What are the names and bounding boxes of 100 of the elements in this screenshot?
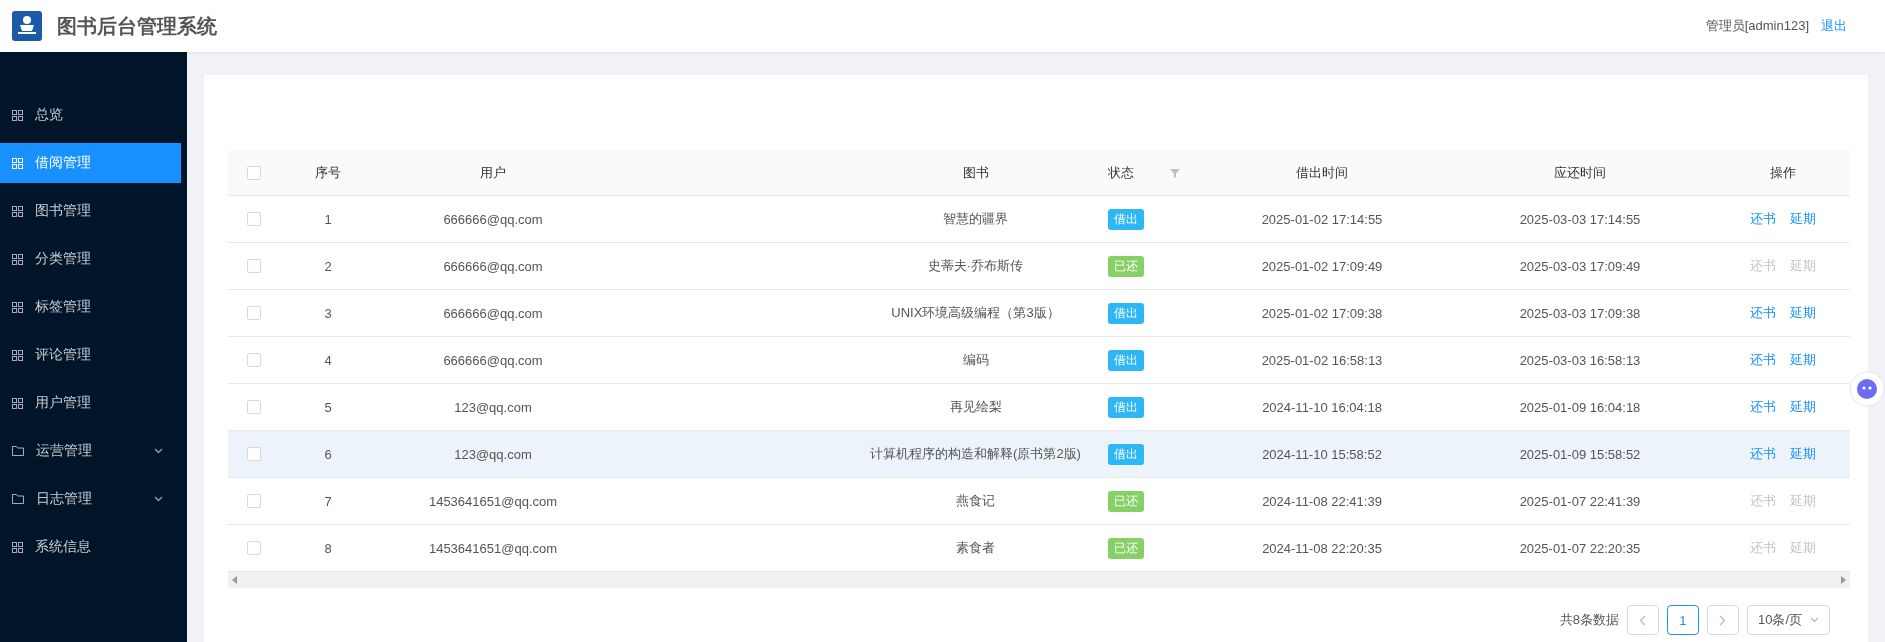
column-header: 操作 xyxy=(1770,164,1796,180)
scroll-right-icon[interactable] xyxy=(1841,576,1846,584)
action-link[interactable]: 延期 xyxy=(1790,445,1816,463)
column-header: 用户 xyxy=(480,164,506,180)
table-cell: 2025-03-03 17:09:38 xyxy=(1519,305,1641,321)
status-tag: 已还 xyxy=(1108,255,1144,277)
user-name: 管理员[admin123] xyxy=(1705,17,1809,35)
action-link[interactable]: 还书 xyxy=(1750,398,1776,416)
table-cell: 666666@qq.com xyxy=(443,305,543,321)
status-tag: 已还 xyxy=(1108,537,1144,559)
grid-icon xyxy=(12,205,23,217)
sidebar-item[interactable]: 日志管理 xyxy=(0,479,181,519)
checkbox[interactable] xyxy=(247,541,261,555)
grid-icon xyxy=(12,253,23,265)
status-tag: 借出 xyxy=(1108,302,1144,324)
table-cell: 2024-11-08 22:20:35 xyxy=(1262,540,1382,556)
sidebar-item[interactable]: 用户管理 xyxy=(0,383,181,423)
checkbox[interactable] xyxy=(247,212,261,226)
status-tag: 借出 xyxy=(1108,396,1144,418)
checkbox[interactable] xyxy=(247,306,261,320)
table-cell: 5 xyxy=(324,399,332,415)
grid-icon xyxy=(12,157,23,169)
action-link[interactable]: 延期 xyxy=(1790,351,1816,369)
table-cell: 2024-11-10 16:04:18 xyxy=(1262,399,1382,415)
action-link[interactable]: 延期 xyxy=(1790,398,1816,416)
table-cell: 7 xyxy=(324,493,332,509)
grid-icon xyxy=(12,109,23,121)
action-link[interactable]: 还书 xyxy=(1750,445,1776,463)
logo-icon xyxy=(12,11,42,41)
table-cell: 1 xyxy=(324,211,332,227)
sidebar-item[interactable]: 总览 xyxy=(0,95,181,135)
caret-icon xyxy=(1810,617,1819,623)
sidebar-item[interactable]: 评论管理 xyxy=(0,335,181,375)
table-cell: 2025-01-02 17:09:49 xyxy=(1261,258,1383,274)
checkbox[interactable] xyxy=(247,353,261,367)
action-link[interactable]: 延期 xyxy=(1790,210,1816,228)
table-cell: 编码 xyxy=(962,352,989,367)
assistant-icon[interactable] xyxy=(1849,371,1885,407)
checkbox[interactable] xyxy=(247,447,261,461)
checkbox[interactable] xyxy=(247,400,261,414)
checkbox[interactable] xyxy=(247,259,261,273)
column-header: 序号 xyxy=(315,164,341,180)
column-header: 应还时间 xyxy=(1554,164,1606,180)
action-link[interactable]: 还书 xyxy=(1750,304,1776,322)
table-cell: 1453641651@qq.com xyxy=(428,493,558,509)
action-link[interactable]: 还书 xyxy=(1750,351,1776,369)
grid-icon xyxy=(12,397,23,409)
page-size-select[interactable]: 10条/页 xyxy=(1746,605,1830,635)
status-tag: 借出 xyxy=(1108,208,1144,230)
table-cell: 2025-01-07 22:20:35 xyxy=(1519,540,1641,556)
horizontal-scrollbar[interactable] xyxy=(228,572,1850,588)
table-cell: 2025-01-07 22:41:39 xyxy=(1519,493,1641,509)
table-cell: 2025-01-02 17:14:55 xyxy=(1261,211,1383,227)
column-header: 图书 xyxy=(962,164,989,180)
chevron-right-icon xyxy=(1719,614,1727,626)
sidebar-item[interactable]: 借阅管理 xyxy=(0,143,181,183)
action-link[interactable]: 延期 xyxy=(1790,304,1816,322)
table-cell: UNIX环境高级编程（第3版） xyxy=(891,305,1060,320)
sidebar-item[interactable]: 标签管理 xyxy=(0,287,181,327)
prev-page-button[interactable] xyxy=(1626,605,1659,635)
table-cell: 2 xyxy=(324,258,332,274)
table-cell: 2025-01-09 16:04:18 xyxy=(1519,399,1641,415)
status-tag: 已还 xyxy=(1108,490,1144,512)
table-cell: 素食者 xyxy=(956,540,995,555)
table-cell: 123@qq.com xyxy=(454,446,532,462)
status-tag: 借出 xyxy=(1108,349,1144,371)
table-cell: 2025-01-02 16:58:13 xyxy=(1261,352,1383,368)
sidebar-item[interactable]: 运营管理 xyxy=(0,431,181,471)
checkbox[interactable] xyxy=(247,494,261,508)
table-cell: 123@qq.com xyxy=(454,399,532,415)
folder-icon xyxy=(12,494,24,504)
sidebar-item[interactable]: 系统信息 xyxy=(0,527,181,567)
table-cell: 2024-11-08 22:41:39 xyxy=(1262,493,1382,509)
filter-icon[interactable] xyxy=(1170,167,1180,178)
next-page-button[interactable] xyxy=(1706,605,1739,635)
sidebar-item[interactable]: 分类管理 xyxy=(0,239,181,279)
table-cell: 6 xyxy=(324,446,332,462)
table-cell: 燕食记 xyxy=(956,493,995,508)
table-cell: 3 xyxy=(324,305,332,321)
page-button[interactable]: 1 xyxy=(1666,605,1699,635)
table-cell: 计算机程序的构造和解释(原书第2版) xyxy=(870,446,1081,461)
total-count: 共8条数据 xyxy=(1559,611,1619,629)
table-cell: 1453641651@qq.com xyxy=(428,540,558,556)
grid-icon xyxy=(12,541,23,553)
grid-icon xyxy=(12,301,23,313)
table-cell: 2024-11-10 15:58:52 xyxy=(1262,446,1382,462)
table-cell: 666666@qq.com xyxy=(443,211,543,227)
folder-icon xyxy=(12,446,24,456)
table-cell: 8 xyxy=(324,540,332,556)
scroll-left-icon[interactable] xyxy=(232,576,237,584)
grid-icon xyxy=(12,349,23,361)
table-cell: 史蒂夫·乔布斯传 xyxy=(927,258,1024,273)
action-link[interactable]: 还书 xyxy=(1750,210,1776,228)
table-cell: 666666@qq.com xyxy=(443,352,543,368)
sidebar-item[interactable]: 图书管理 xyxy=(0,191,181,231)
logout-link[interactable]: 退出 xyxy=(1821,17,1847,35)
checkbox[interactable] xyxy=(247,165,261,180)
table-cell: 2025-01-09 15:58:52 xyxy=(1519,446,1641,462)
table-cell: 2025-01-02 17:09:38 xyxy=(1261,305,1383,321)
status-tag: 借出 xyxy=(1108,443,1144,465)
